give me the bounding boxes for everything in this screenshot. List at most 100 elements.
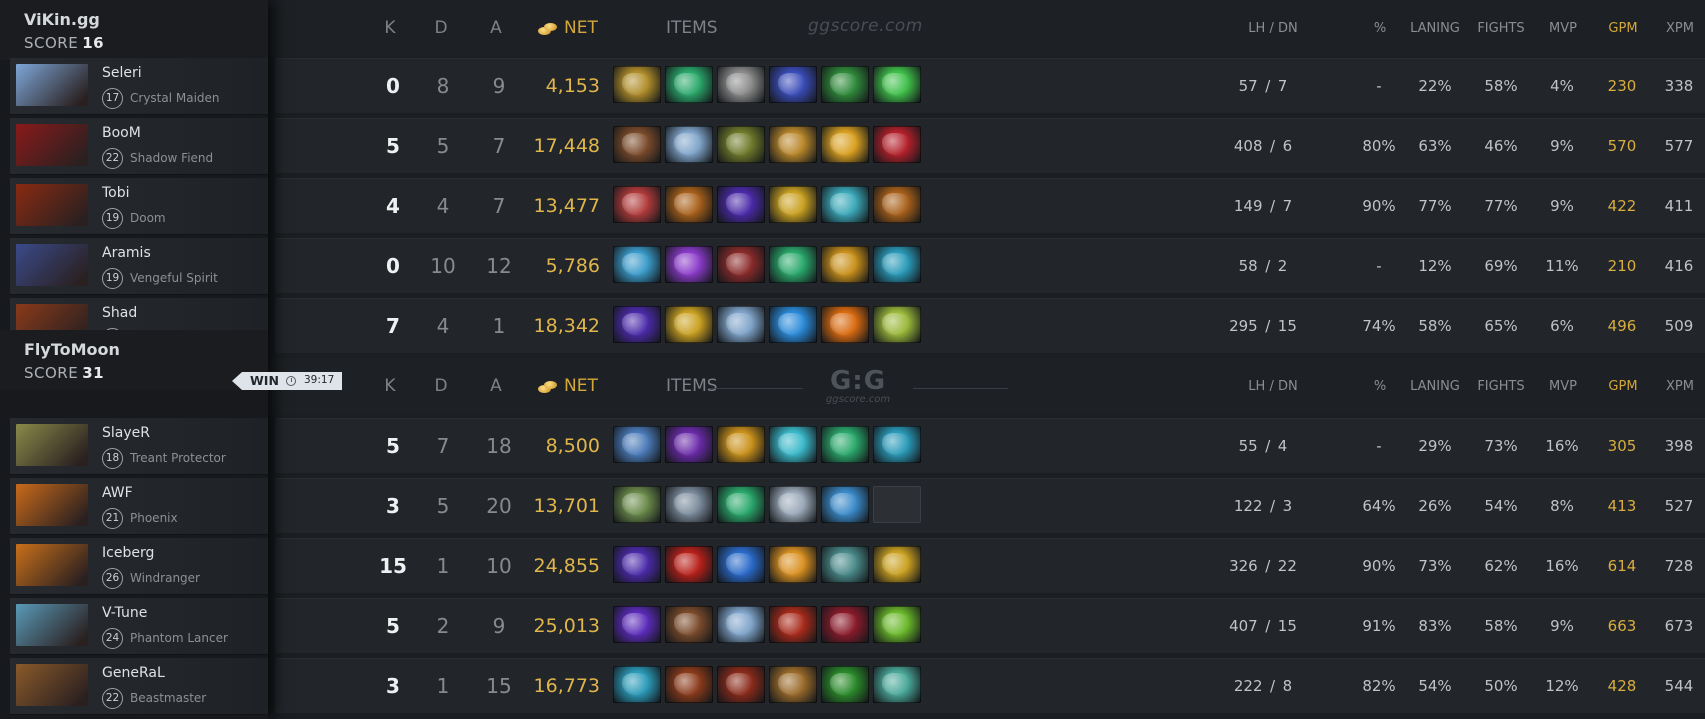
column-header-fights[interactable]: FIGHTS [1466,0,1536,57]
stats-row[interactable]: 0894,15357 / 7-22%58%4%23033814,57780042… [275,58,1705,113]
column-header-items[interactable]: ITEMS [666,358,736,415]
item-slot[interactable] [665,126,713,163]
player-name[interactable]: AWF [102,485,133,501]
item-slot[interactable] [717,486,765,523]
player-name[interactable]: Seleri [102,65,142,81]
item-slot[interactable] [769,546,817,583]
item-slot[interactable] [873,546,921,583]
item-slot[interactable] [665,246,713,283]
item-slot[interactable] [821,486,869,523]
stats-row[interactable]: 52925,013407 / 1591%83%58%9%66367318,203… [275,598,1705,653]
item-slot[interactable] [821,666,869,703]
player-name[interactable]: SlayeR [102,425,150,441]
stats-row[interactable]: 74118,342295 / 1574%58%65%6%49650914,831… [275,298,1705,353]
item-slot[interactable] [665,426,713,463]
item-slot[interactable] [613,246,661,283]
player-name[interactable]: Iceberg [102,545,154,561]
item-slot[interactable] [717,186,765,223]
item-slot[interactable] [613,486,661,523]
item-slot[interactable] [665,186,713,223]
item-slot[interactable] [613,126,661,163]
item-slot[interactable] [873,246,921,283]
item-slot[interactable] [613,606,661,643]
item-slot[interactable] [769,606,817,643]
column-header-d[interactable]: D [421,358,461,415]
item-slot[interactable] [717,66,765,103]
item-slot[interactable] [769,666,817,703]
column-header-pct[interactable]: % [1365,0,1395,57]
item-slot[interactable] [665,486,713,523]
item-slot[interactable] [821,606,869,643]
player-name[interactable]: GeneRaL [102,665,165,681]
item-slot[interactable] [717,426,765,463]
item-slot[interactable] [717,306,765,343]
item-slot[interactable] [717,606,765,643]
column-header-net[interactable]: NET [538,358,618,415]
item-slot[interactable] [873,606,921,643]
stats-row[interactable]: 010125,78658 / 2-12%69%11%2104168,3031,1… [275,238,1705,293]
column-header-lhdn[interactable]: LH / DN [1223,358,1323,415]
player-row[interactable]: AWF 21 Phoenix [10,478,268,535]
player-row[interactable]: GeneRaL 22 Beastmaster [10,658,268,715]
player-row[interactable]: Seleri 17 Crystal Maiden [10,58,268,115]
player-name[interactable]: BooM [102,125,141,141]
column-header-gpm[interactable]: GPM [1598,358,1648,415]
item-slot[interactable] [613,666,661,703]
item-slot[interactable] [821,186,869,223]
item-slot[interactable] [873,426,921,463]
item-slot[interactable] [613,66,661,103]
column-header-lhdn[interactable]: LH / DN [1223,0,1323,57]
player-row[interactable]: SlayeR 18 Treant Protector [10,418,268,475]
item-slot[interactable] [769,426,817,463]
column-header-net[interactable]: NET [538,0,618,57]
column-header-k[interactable]: K [370,0,410,57]
stats-row[interactable]: 44713,477149 / 790%77%77%9%42241114,6050… [275,178,1705,233]
column-header-a[interactable]: A [476,0,516,57]
stats-row[interactable]: 352013,701122 / 364%26%54%8%41352719,562… [275,478,1705,533]
item-slot[interactable] [613,306,661,343]
column-header-xpm[interactable]: XPM [1655,358,1705,415]
team-name[interactable]: FlyToMoon [24,340,120,359]
item-slot[interactable] [873,186,921,223]
item-slot[interactable] [665,66,713,103]
column-header-fights[interactable]: FIGHTS [1466,358,1536,415]
player-row[interactable]: Tobi 19 Doom [10,178,268,235]
item-slot[interactable] [613,426,661,463]
stats-row[interactable]: 311516,773222 / 882%54%50%12%42854410,79… [275,658,1705,713]
item-slot[interactable] [769,186,817,223]
item-slot[interactable] [769,486,817,523]
player-row[interactable]: V-Tune 24 Phantom Lancer [10,598,268,655]
stats-row[interactable]: 55717,448408 / 680%63%46%9%57057715,7260… [275,118,1705,173]
item-slot[interactable] [821,126,869,163]
item-slot[interactable] [665,606,713,643]
player-name[interactable]: Tobi [102,185,130,201]
item-slot[interactable] [769,306,817,343]
player-row[interactable]: BooM 22 Shadow Fiend [10,118,268,175]
item-slot[interactable] [665,306,713,343]
item-slot[interactable] [769,246,817,283]
column-header-k[interactable]: K [370,358,410,415]
player-name[interactable]: V-Tune [102,605,147,621]
item-slot[interactable] [821,546,869,583]
stats-row[interactable]: 1511024,855326 / 2290%73%62%16%61472824,… [275,538,1705,593]
item-slot[interactable] [821,426,869,463]
player-name[interactable]: Aramis [102,245,151,261]
item-slot[interactable] [717,126,765,163]
team-name[interactable]: ViKin.gg [24,10,100,29]
column-header-items[interactable]: ITEMS [666,0,736,57]
column-header-laning[interactable]: LANING [1400,358,1470,415]
item-slot[interactable] [873,126,921,163]
column-header-xpm[interactable]: XPM [1655,0,1705,57]
column-header-mvp[interactable]: MVP [1538,0,1588,57]
player-row[interactable]: Aramis 19 Vengeful Spirit [10,238,268,295]
player-name[interactable]: Shad [102,305,137,321]
column-header-pct[interactable]: % [1365,358,1395,415]
item-slot[interactable] [821,246,869,283]
item-slot[interactable] [873,306,921,343]
item-slot[interactable] [769,126,817,163]
item-slot[interactable] [613,546,661,583]
item-slot[interactable] [717,546,765,583]
item-slot[interactable] [873,486,921,523]
player-row[interactable]: Iceberg 26 Windranger [10,538,268,595]
item-slot[interactable] [613,186,661,223]
